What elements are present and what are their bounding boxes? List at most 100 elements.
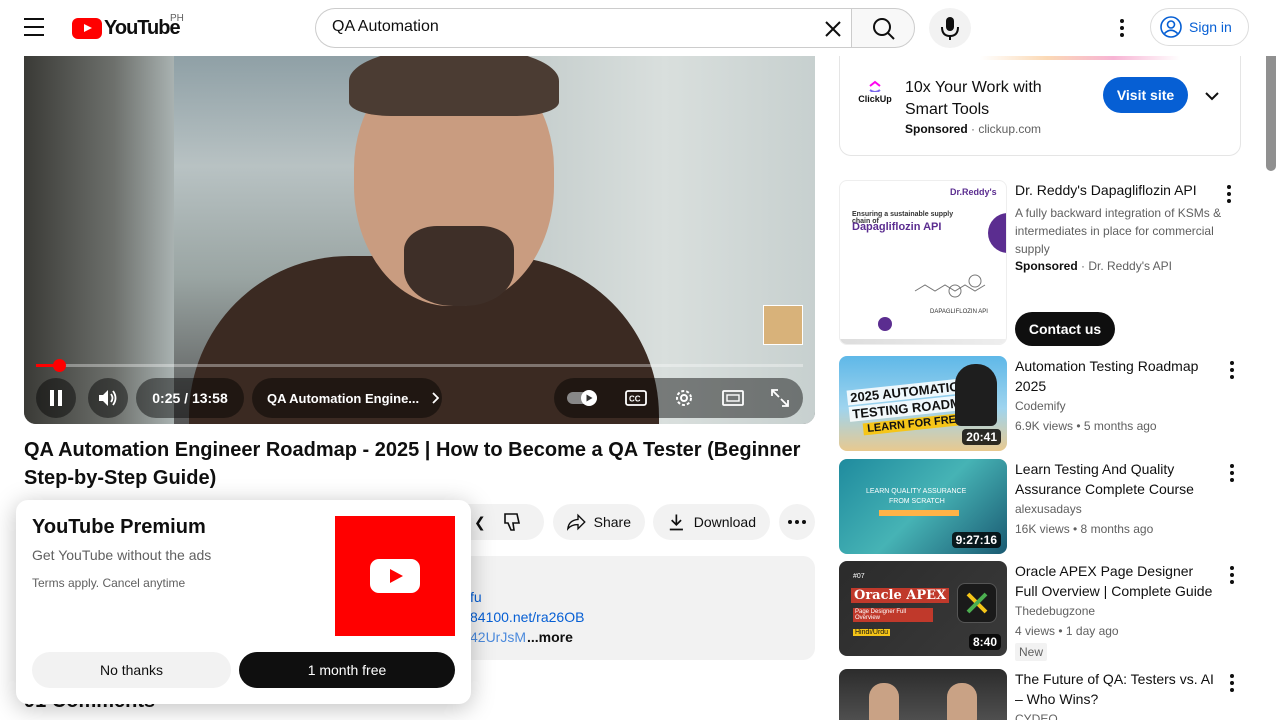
presenter-beard bbox=[404, 226, 514, 306]
molecule-graphic bbox=[914, 274, 986, 298]
thumb-text: DAPAGLIFLOZIN API bbox=[930, 309, 988, 315]
video-title[interactable]: Learn Testing And Quality Assurance Comp… bbox=[1015, 459, 1215, 499]
video-thumbnail[interactable]: Dr.Reddy's Ensuring a sustainable supply… bbox=[839, 180, 1007, 345]
chapter-button[interactable]: QA Automation Engine... bbox=[252, 378, 442, 418]
channel-name[interactable]: CYDEO bbox=[1015, 712, 1058, 720]
video-thumbnail[interactable]: #07 Oracle APEX Page Designer Full Overv… bbox=[839, 561, 1007, 656]
related-video-item[interactable]: The Future of QA: Testers vs. AI – Who W… bbox=[839, 669, 1241, 720]
channel-name[interactable]: alexusadays bbox=[1015, 502, 1082, 516]
ad-title: 10x Your Work with Smart Tools bbox=[905, 79, 1042, 118]
video-title[interactable]: Dr. Reddy's Dapagliflozin API bbox=[1015, 180, 1215, 200]
captions-icon[interactable]: CC bbox=[625, 390, 648, 406]
description-link[interactable]: fu bbox=[470, 589, 482, 605]
clear-search-icon[interactable] bbox=[818, 14, 848, 44]
thumb-text: Oracle APEX bbox=[851, 588, 950, 603]
search-input[interactable] bbox=[332, 18, 812, 36]
video-meta: 16K views • 8 months ago bbox=[1015, 522, 1154, 536]
channel-watermark[interactable] bbox=[763, 305, 803, 345]
account-icon bbox=[1160, 16, 1182, 38]
video-title[interactable]: Automation Testing Roadmap 2025 bbox=[1015, 356, 1215, 396]
download-label: Download bbox=[693, 514, 756, 530]
description-link[interactable]: 84100.net/ra26OB bbox=[470, 609, 584, 625]
description-link[interactable]: 42UrJsM bbox=[470, 629, 526, 645]
premium-subtitle: Get YouTube without the ads bbox=[32, 547, 212, 563]
video-title[interactable]: The Future of QA: Testers vs. AI – Who W… bbox=[1015, 669, 1215, 709]
sponsored-ad-card[interactable]: ClickUp 10x Your Work with Smart Tools S… bbox=[839, 50, 1241, 156]
settings-icon[interactable] bbox=[673, 387, 695, 409]
logo-text: YouTube bbox=[104, 16, 181, 39]
video-title[interactable]: Oracle APEX Page Designer Full Overview … bbox=[1015, 561, 1215, 601]
channel-name[interactable]: Thedebugzone bbox=[1015, 604, 1095, 618]
contact-us-button[interactable]: Contact us bbox=[1015, 312, 1115, 346]
visit-site-button[interactable]: Visit site bbox=[1103, 77, 1188, 113]
thumb-person bbox=[869, 683, 899, 720]
chevron-down-icon[interactable] bbox=[1202, 86, 1222, 106]
video-thumbnail[interactable]: 2025 AUTOMATION TESTING ROADMAP LEARN FO… bbox=[839, 356, 1007, 451]
video-meta: 4 views • 1 day ago bbox=[1015, 624, 1119, 638]
mute-button[interactable] bbox=[88, 378, 128, 418]
scrubber-handle[interactable] bbox=[52, 359, 66, 372]
search-box[interactable] bbox=[315, 8, 852, 48]
more-actions-button[interactable] bbox=[779, 504, 815, 540]
premium-promo-dialog: YouTube Premium Get YouTube without the … bbox=[16, 500, 471, 704]
settings-more-icon[interactable] bbox=[1110, 14, 1134, 42]
new-badge: New bbox=[1015, 643, 1048, 661]
page-scrollbar[interactable] bbox=[1266, 36, 1276, 171]
download-button[interactable]: Download bbox=[653, 504, 770, 540]
voice-search-button[interactable] bbox=[929, 8, 971, 48]
video-thumbnail[interactable] bbox=[839, 669, 1007, 720]
theater-mode-icon[interactable] bbox=[721, 390, 744, 406]
related-video-item[interactable]: 2025 AUTOMATION TESTING ROADMAP LEARN FO… bbox=[839, 356, 1241, 451]
progress-bar[interactable] bbox=[36, 359, 803, 372]
search-icon bbox=[873, 18, 895, 40]
video-player[interactable]: 0:25 / 13:58 QA Automation Engine... CC bbox=[24, 56, 815, 424]
more-vert-icon[interactable] bbox=[1222, 563, 1242, 587]
volume-icon bbox=[99, 390, 117, 406]
thumb-decoration bbox=[840, 339, 1006, 344]
video-thumbnail[interactable]: LEARN QUALITY ASSURANCE FROM SCRATCH 9:2… bbox=[839, 459, 1007, 554]
youtube-play-icon bbox=[370, 559, 420, 593]
clickup-logo: ClickUp bbox=[858, 80, 892, 110]
search-button[interactable] bbox=[851, 8, 915, 48]
channel-name: Dr. Reddy's API bbox=[1088, 259, 1173, 273]
thumb-text: FROM SCRATCH bbox=[889, 498, 945, 505]
channel-name[interactable]: Codemify bbox=[1015, 399, 1066, 413]
related-video-item[interactable]: LEARN QUALITY ASSURANCE FROM SCRATCH 9:2… bbox=[839, 459, 1241, 554]
no-thanks-button[interactable]: No thanks bbox=[32, 652, 231, 688]
thumb-person bbox=[955, 364, 997, 426]
premium-title: YouTube Premium bbox=[32, 516, 206, 538]
free-trial-button[interactable]: 1 month free bbox=[239, 652, 455, 688]
fullscreen-icon[interactable] bbox=[770, 388, 790, 408]
duration-badge: 8:40 bbox=[968, 634, 1001, 650]
dislike-icon[interactable] bbox=[502, 511, 524, 533]
clickup-logo-text: ClickUp bbox=[858, 94, 892, 104]
chevron-right-icon bbox=[432, 392, 440, 404]
presenter-hair bbox=[349, 56, 559, 116]
time-text: 0:25 / 13:58 bbox=[152, 390, 228, 406]
show-more-link[interactable]: ...more bbox=[527, 629, 573, 645]
related-video-item[interactable]: #07 Oracle APEX Page Designer Full Overv… bbox=[839, 561, 1242, 661]
sign-in-button[interactable]: Sign in bbox=[1150, 8, 1249, 46]
youtube-logo[interactable]: YouTube bbox=[72, 16, 181, 39]
thumb-icon-tile bbox=[957, 583, 997, 623]
microphone-icon bbox=[941, 17, 959, 40]
more-vert-icon[interactable] bbox=[1219, 182, 1239, 206]
masthead: YouTube PH Sign in bbox=[0, 0, 1280, 56]
ad-domain: clickup.com bbox=[978, 122, 1042, 136]
autoplay-toggle-icon[interactable] bbox=[567, 390, 599, 406]
ad-meta: Sponsored · Dr. Reddy's API bbox=[1015, 259, 1173, 273]
svg-text:CC: CC bbox=[629, 395, 641, 404]
more-vert-icon[interactable] bbox=[1222, 358, 1242, 382]
pause-button[interactable] bbox=[36, 378, 76, 418]
background-window bbox=[24, 56, 174, 424]
share-button[interactable]: Share bbox=[553, 504, 645, 540]
sponsored-video-item[interactable]: Dr.Reddy's Ensuring a sustainable supply… bbox=[839, 180, 1241, 350]
menu-icon[interactable] bbox=[24, 18, 48, 38]
duration-badge: 9:27:16 bbox=[951, 532, 1001, 548]
chapter-title: QA Automation Engine... bbox=[267, 390, 420, 406]
more-vert-icon[interactable] bbox=[1222, 671, 1241, 695]
premium-terms: Terms apply. Cancel anytime bbox=[32, 576, 186, 590]
more-vert-icon[interactable] bbox=[1222, 461, 1242, 485]
pause-icon bbox=[50, 390, 62, 406]
sign-in-label: Sign in bbox=[1189, 19, 1232, 35]
